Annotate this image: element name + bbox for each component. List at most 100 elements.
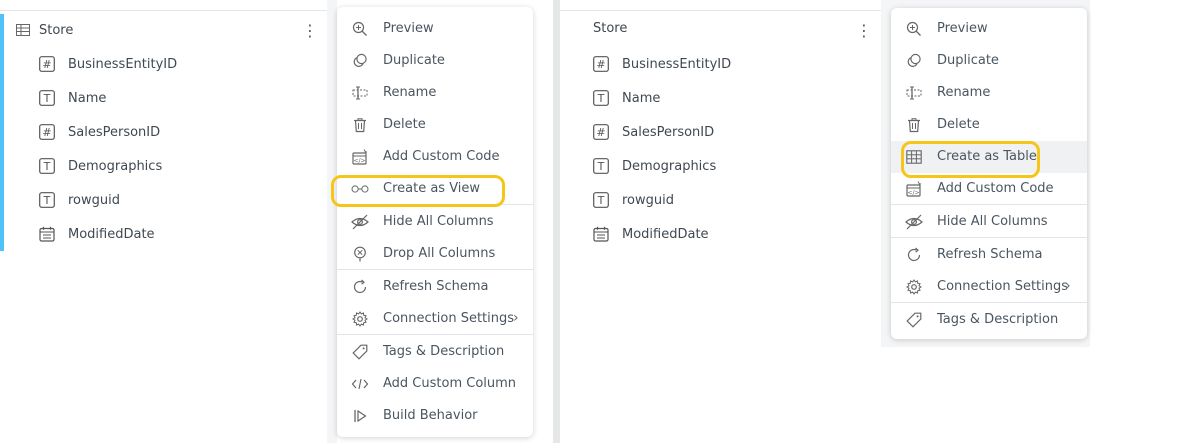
- top-divider-left: [0, 10, 327, 11]
- context-menu-right: Preview Duplicate Rename Delete Create as Ta…: [891, 8, 1087, 339]
- gear-icon: [905, 278, 923, 296]
- menu-item-label: Preview: [937, 21, 988, 36]
- menu-divider: [337, 204, 533, 205]
- menu-item-tags-and-description[interactable]: Tags & Description: [891, 304, 1087, 336]
- column-row[interactable]: # BusinessEntityID: [592, 55, 731, 73]
- tag-icon: [905, 311, 923, 329]
- menu-item-rename[interactable]: Rename: [891, 77, 1087, 109]
- trash-icon: [351, 116, 369, 134]
- table-name: Store: [593, 21, 628, 36]
- more-options-icon[interactable]: ⋮: [302, 23, 318, 39]
- table-icon: [905, 148, 923, 166]
- menu-item-add-custom-column[interactable]: Add Custom Column: [337, 368, 533, 400]
- menu-item-hide-all-columns[interactable]: Hide All Columns: [891, 206, 1087, 238]
- custom-code-icon: </>: [905, 180, 923, 198]
- menu-item-label: Build Behavior: [383, 408, 478, 423]
- calendar-icon: [592, 225, 610, 243]
- selected-accent-bar: [0, 14, 4, 251]
- menu-item-drop-all-columns[interactable]: Drop All Columns: [337, 238, 533, 270]
- code-icon: [351, 375, 369, 393]
- menu-item-add-custom-code[interactable]: </> Add Custom Code: [337, 141, 533, 173]
- svg-text:T: T: [597, 160, 605, 173]
- menu-item-label: Rename: [383, 85, 437, 100]
- eye-off-icon: [905, 213, 923, 231]
- column-row[interactable]: T Demographics: [38, 157, 162, 175]
- menu-divider: [891, 237, 1087, 238]
- text-type-icon: T: [592, 191, 610, 209]
- menu-item-build-behavior[interactable]: Build Behavior: [337, 400, 533, 432]
- column-row[interactable]: # SalesPersonID: [38, 123, 160, 141]
- menu-item-add-custom-code[interactable]: </> Add Custom Code: [891, 173, 1087, 205]
- menu-item-connection-settings[interactable]: Connection Settings ›: [891, 271, 1087, 303]
- chevron-right-icon: ›: [513, 310, 519, 326]
- menu-item-duplicate[interactable]: Duplicate: [891, 45, 1087, 77]
- column-row[interactable]: ModifiedDate: [592, 225, 709, 243]
- column-row[interactable]: T Demographics: [592, 157, 716, 175]
- column-row[interactable]: Trowguid: [592, 191, 674, 209]
- menu-item-label: Refresh Schema: [937, 247, 1043, 262]
- text-type-icon: T: [38, 191, 56, 209]
- refresh-icon: [905, 246, 923, 264]
- menu-item-create-as-view[interactable]: Create as View: [337, 173, 533, 205]
- menu-item-label: Connection Settings: [383, 311, 515, 326]
- menu-item-label: Duplicate: [937, 53, 999, 68]
- menu-item-rename[interactable]: Rename: [337, 77, 533, 109]
- menu-item-duplicate[interactable]: Duplicate: [337, 45, 533, 77]
- svg-text:#: #: [596, 126, 605, 139]
- svg-text:T: T: [43, 194, 51, 207]
- column-name: Name: [68, 90, 107, 106]
- column-name: Demographics: [622, 158, 717, 174]
- menu-item-label: Duplicate: [383, 53, 445, 68]
- menu-item-tags-and-description[interactable]: Tags & Description: [337, 336, 533, 368]
- menu-item-refresh-schema[interactable]: Refresh Schema: [337, 271, 533, 303]
- menu-item-hide-all-columns[interactable]: Hide All Columns: [337, 206, 533, 238]
- menu-divider: [891, 204, 1087, 205]
- number-type-icon: #: [38, 55, 56, 73]
- column-name: BusinessEntityID: [68, 56, 178, 72]
- trash-icon: [905, 116, 923, 134]
- menu-item-delete[interactable]: Delete: [891, 109, 1087, 141]
- gear-icon: [351, 310, 369, 328]
- column-name: rowguid: [68, 192, 120, 208]
- menu-item-preview[interactable]: Preview: [337, 13, 533, 45]
- column-name: ModifiedDate: [68, 226, 155, 242]
- menu-item-label: Add Custom Column: [383, 376, 517, 391]
- column-row[interactable]: T Name: [592, 89, 660, 107]
- column-row[interactable]: # BusinessEntityID: [38, 55, 177, 73]
- column-row[interactable]: # SalesPersonID: [592, 123, 714, 141]
- menu-item-label: Hide All Columns: [383, 214, 494, 229]
- eye-off-icon: [351, 213, 369, 231]
- menu-item-label: Hide All Columns: [937, 214, 1048, 229]
- top-divider-right: [560, 10, 881, 11]
- table-row-store[interactable]: Store: [14, 21, 73, 39]
- svg-text:</>: </>: [907, 190, 919, 197]
- column-name: BusinessEntityID: [622, 56, 732, 72]
- zoom-in-icon: [905, 20, 923, 38]
- menu-item-refresh-schema[interactable]: Refresh Schema: [891, 239, 1087, 271]
- context-menu-left: Preview Duplicate Rename Delete </> Add Custo…: [337, 7, 533, 437]
- menu-item-label: Tags & Description: [937, 312, 1059, 327]
- build-icon: [351, 407, 369, 425]
- menu-item-connection-settings[interactable]: Connection Settings ›: [337, 303, 533, 335]
- column-row[interactable]: T Name: [38, 89, 106, 107]
- table-row-store-right[interactable]: Store: [593, 21, 627, 36]
- text-type-icon: T: [38, 89, 56, 107]
- tag-icon: [351, 343, 369, 361]
- rename-icon: [905, 84, 923, 102]
- menu-item-create-as-table[interactable]: Create as Table: [891, 141, 1087, 173]
- more-options-icon[interactable]: ⋮: [856, 23, 872, 39]
- glasses-icon: [351, 180, 369, 198]
- menu-item-label: Tags & Description: [383, 344, 505, 359]
- menu-item-preview[interactable]: Preview: [891, 13, 1087, 45]
- column-name: SalesPersonID: [68, 124, 161, 140]
- menu-item-label: Preview: [383, 21, 434, 36]
- table-icon: [14, 21, 32, 39]
- column-row[interactable]: ModifiedDate: [38, 225, 155, 243]
- column-row[interactable]: Trowguid: [38, 191, 120, 209]
- menu-item-label: Connection Settings: [937, 279, 1069, 294]
- refresh-icon: [351, 278, 369, 296]
- svg-text:#: #: [596, 58, 605, 71]
- menu-item-label: Delete: [383, 117, 426, 132]
- menu-item-delete[interactable]: Delete: [337, 109, 533, 141]
- text-type-icon: T: [592, 89, 610, 107]
